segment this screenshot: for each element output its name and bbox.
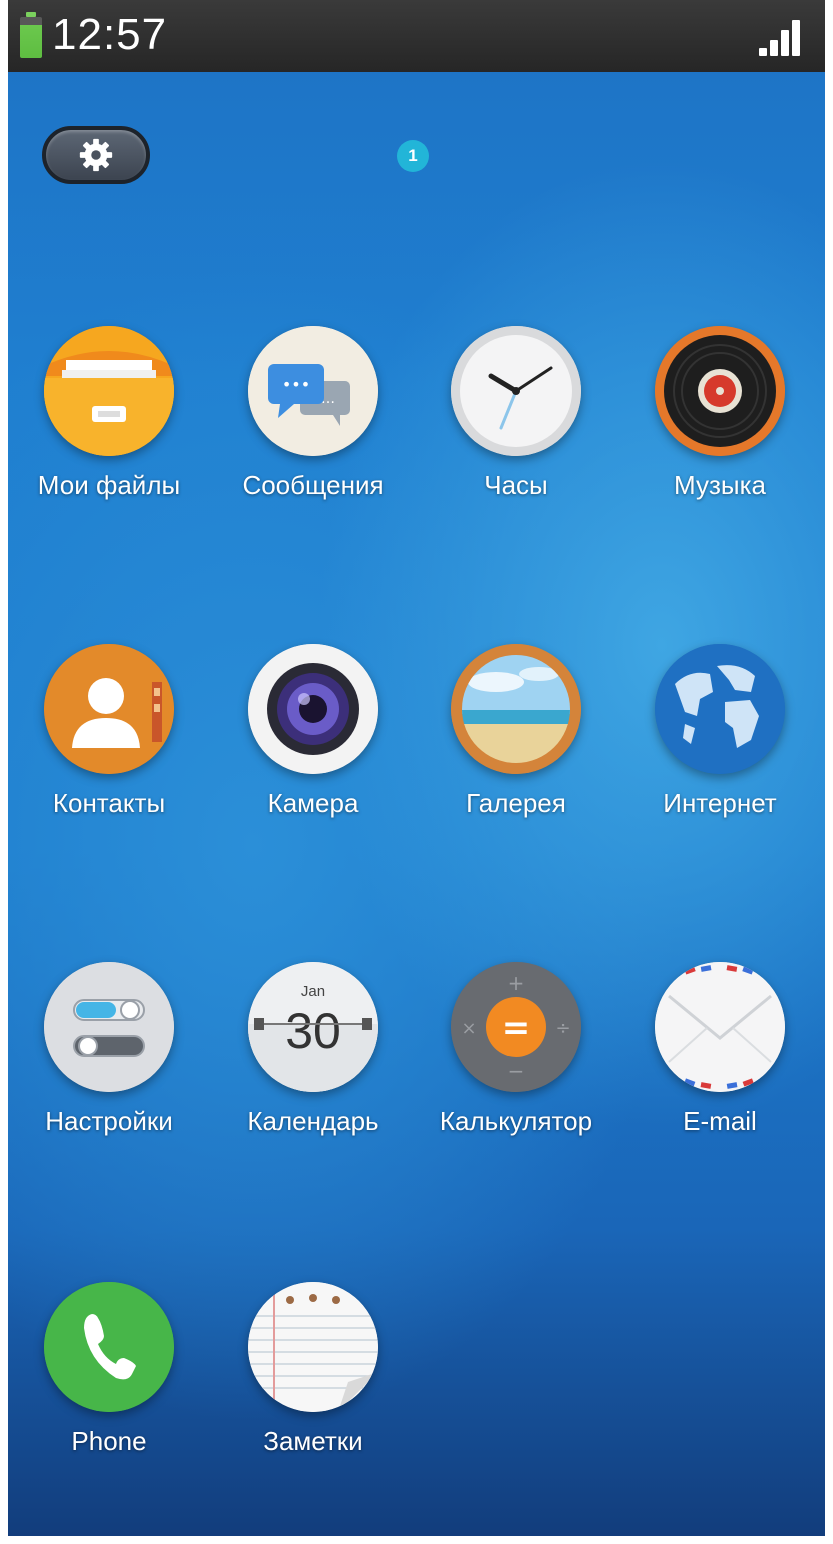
- camera-lens-icon: [248, 644, 378, 774]
- app-label: Музыка: [674, 470, 766, 500]
- app-phone[interactable]: Phone: [14, 1282, 204, 1482]
- calc-times: ×: [461, 1018, 476, 1039]
- app-label: E-mail: [683, 1106, 757, 1136]
- app-notes[interactable]: Заметки: [218, 1282, 408, 1482]
- calendar-month: Jan: [301, 983, 325, 1000]
- vinyl-icon: [655, 326, 785, 456]
- app-internet[interactable]: Интернет: [625, 644, 815, 844]
- app-contacts[interactable]: Контакты: [14, 644, 204, 844]
- phone-icon: [44, 1282, 174, 1412]
- status-bar: 12:57: [8, 0, 825, 72]
- signal-icon: [759, 20, 803, 56]
- contacts-icon: [44, 644, 174, 774]
- app-calculator[interactable]: + × = ÷ − Калькулятор: [421, 962, 611, 1162]
- app-music[interactable]: Музыка: [625, 326, 815, 526]
- app-label: Часы: [484, 470, 548, 500]
- home-screen: 12:57 1 Мои файлы … ••• Сообщения Часы М…: [8, 0, 825, 1536]
- gear-icon: [79, 138, 113, 172]
- notepad-icon: [248, 1282, 378, 1412]
- calc-equals: =: [502, 1008, 531, 1048]
- app-label: Калькулятор: [439, 1106, 593, 1136]
- app-label: Мои файлы: [37, 470, 181, 500]
- app-label: Заметки: [263, 1426, 363, 1456]
- beach-photo-icon: [451, 644, 581, 774]
- calendar-day: 30: [285, 1003, 341, 1059]
- page-indicator[interactable]: 1: [397, 140, 429, 172]
- svg-text:•••: •••: [282, 375, 310, 394]
- calc-divide: ÷: [555, 1018, 570, 1039]
- calculator-icon: + × = ÷ −: [451, 962, 581, 1092]
- toggles-icon: [44, 962, 174, 1092]
- app-label: Календарь: [247, 1106, 379, 1136]
- app-email[interactable]: E-mail: [625, 962, 815, 1162]
- calendar-icon: Jan 30: [248, 962, 378, 1092]
- app-camera[interactable]: Камера: [218, 644, 408, 844]
- app-label: Сообщения: [242, 470, 384, 500]
- app-label: Контакты: [52, 788, 166, 818]
- calc-minus: −: [508, 1059, 525, 1083]
- app-label: Камера: [267, 788, 359, 818]
- app-messages[interactable]: … ••• Сообщения: [218, 326, 408, 526]
- envelope-icon: [655, 962, 785, 1092]
- app-label: Интернет: [663, 788, 777, 818]
- chat-icon: … •••: [248, 326, 378, 456]
- app-my-files[interactable]: Мои файлы: [14, 326, 204, 526]
- app-clock[interactable]: Часы: [421, 326, 611, 526]
- folder-icon: [44, 326, 174, 456]
- app-label: Настройки: [45, 1106, 173, 1136]
- app-calendar[interactable]: Jan 30 Календарь: [218, 962, 408, 1162]
- home-settings-button[interactable]: [42, 126, 150, 184]
- app-gallery[interactable]: Галерея: [421, 644, 611, 844]
- calc-plus: +: [508, 971, 525, 995]
- app-settings[interactable]: Настройки: [14, 962, 204, 1162]
- status-time: 12:57: [52, 10, 168, 59]
- app-label: Галерея: [466, 788, 566, 818]
- globe-icon: [655, 644, 785, 774]
- clock-icon: [451, 326, 581, 456]
- app-label: Phone: [71, 1426, 147, 1456]
- battery-icon: [20, 12, 42, 58]
